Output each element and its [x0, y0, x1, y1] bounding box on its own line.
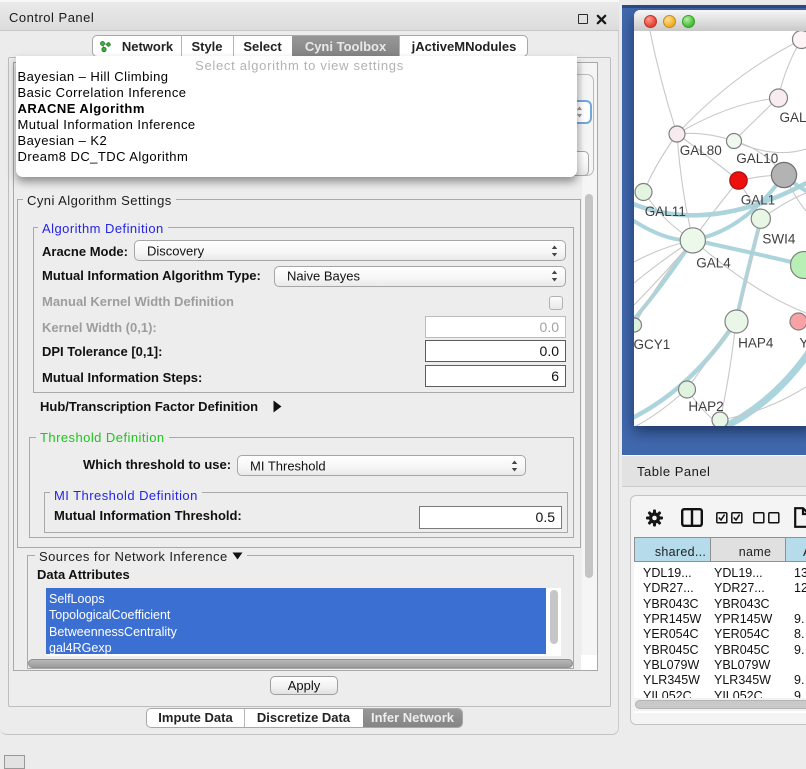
svg-text:GAL80: GAL80 [680, 143, 722, 158]
svg-text:GAL7: GAL7 [780, 110, 806, 125]
svg-text:GAL11: GAL11 [645, 204, 686, 219]
svg-text:HAP2: HAP2 [688, 399, 723, 414]
svg-text:GCY1: GCY1 [634, 337, 670, 352]
svg-text:HAP4: HAP4 [738, 336, 774, 351]
svg-text:SWI4: SWI4 [762, 232, 795, 247]
svg-text:GAL1: GAL1 [741, 193, 776, 208]
svg-text:Y: Y [799, 336, 806, 351]
svg-text:GAL4: GAL4 [696, 256, 731, 271]
svg-text:GAL10: GAL10 [736, 151, 778, 166]
